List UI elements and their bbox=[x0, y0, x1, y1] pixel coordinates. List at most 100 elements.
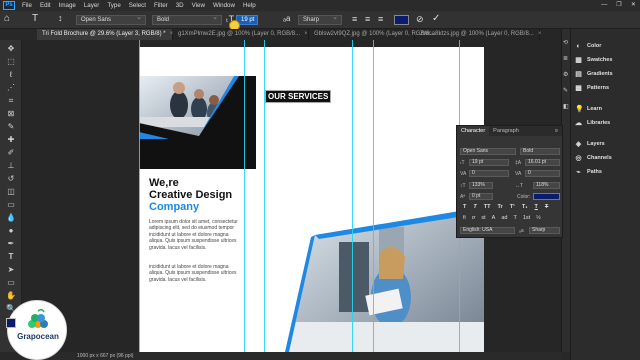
char-kerning[interactable]: 0 bbox=[469, 170, 509, 177]
properties-panel-icon[interactable]: ⚙ bbox=[563, 71, 568, 78]
swash-button[interactable]: A bbox=[492, 215, 496, 221]
ligatures-button[interactable]: fi bbox=[463, 215, 466, 221]
small-caps-button[interactable]: Tr bbox=[497, 204, 502, 210]
menu-select[interactable]: Select bbox=[129, 2, 146, 9]
char-font-style[interactable]: Bold bbox=[520, 148, 560, 155]
underline-button[interactable]: T bbox=[535, 204, 538, 210]
rectangle-tool-icon[interactable]: ▭ bbox=[5, 278, 17, 288]
commit-check-icon[interactable]: ✓ bbox=[432, 13, 440, 24]
move-tool-icon[interactable]: ✥ bbox=[5, 44, 17, 54]
fractions-button[interactable]: ½ bbox=[536, 215, 541, 221]
menu-edit[interactable]: Edit bbox=[40, 2, 51, 9]
char-vertical-scale[interactable]: 133% bbox=[469, 182, 493, 189]
panel-gradients[interactable]: ▤ Gradients bbox=[575, 69, 613, 79]
menu-layer[interactable]: Layer bbox=[84, 2, 99, 9]
brush-panel-icon[interactable]: ✎ bbox=[563, 87, 568, 94]
all-caps-button[interactable]: TT bbox=[484, 204, 491, 210]
char-tracking[interactable]: 0 bbox=[525, 170, 560, 177]
char-leading[interactable]: 16.01 pt bbox=[525, 159, 560, 166]
tab-paragraph[interactable]: Paragraph bbox=[489, 126, 523, 136]
char-font-size[interactable]: 19 pt bbox=[469, 159, 509, 166]
marquee-tool-icon[interactable]: ⬚ bbox=[5, 57, 17, 67]
ordinals-button[interactable]: 1st bbox=[523, 215, 530, 221]
panel-patterns[interactable]: ▩ Patterns bbox=[575, 83, 609, 93]
eraser-tool-icon[interactable]: ◫ bbox=[5, 187, 17, 197]
blur-tool-icon[interactable]: 💧 bbox=[5, 213, 17, 223]
clone-stamp-tool-icon[interactable]: ⊥ bbox=[5, 161, 17, 171]
pen-tool-icon[interactable]: ✒ bbox=[5, 239, 17, 249]
panel-channels[interactable]: ◎ Channels bbox=[575, 153, 611, 163]
lasso-tool-icon[interactable]: ℓ bbox=[5, 70, 17, 80]
brush-tool-icon[interactable]: ✐ bbox=[5, 148, 17, 158]
align-left-icon[interactable]: ≡ bbox=[352, 14, 357, 24]
cancel-icon[interactable]: ⊘ bbox=[416, 14, 424, 25]
dodge-tool-icon[interactable]: ● bbox=[5, 226, 17, 236]
history-brush-tool-icon[interactable]: ↺ bbox=[5, 174, 17, 184]
align-center-icon[interactable]: ≡ bbox=[365, 14, 370, 24]
font-style-select[interactable]: Bold bbox=[152, 14, 222, 25]
tab-image-2[interactable]: Gblsw2vl9QZ.jpg @ 100% (Layer 0, RGB/8..… bbox=[309, 29, 442, 40]
menu-window[interactable]: Window bbox=[213, 2, 235, 9]
char-horizontal-scale[interactable]: 118% bbox=[533, 182, 560, 189]
close-tab-icon[interactable]: × bbox=[538, 31, 542, 37]
tab-tri-fold-brochure[interactable]: Tri Fold Brochure @ 29.6% (Layer 3, RGB/… bbox=[37, 29, 173, 40]
adjustments-panel-icon[interactable]: ≣ bbox=[563, 55, 568, 62]
gradient-tool-icon[interactable]: ▭ bbox=[5, 200, 17, 210]
quick-select-tool-icon[interactable]: ⋰ bbox=[5, 83, 17, 93]
subscript-button[interactable]: T₁ bbox=[522, 204, 528, 210]
type-tool-icon[interactable]: T bbox=[5, 252, 17, 262]
hand-tool-icon[interactable]: ✋ bbox=[5, 291, 17, 301]
panel-swatches[interactable]: ▦ Swatches bbox=[575, 55, 612, 65]
titling-button[interactable]: T bbox=[513, 215, 516, 221]
eyedropper-tool-icon[interactable]: ✎ bbox=[5, 122, 17, 132]
path-select-tool-icon[interactable]: ➤ bbox=[5, 265, 17, 275]
orientation-toggle-icon[interactable]: ↕ bbox=[58, 13, 63, 23]
crop-tool-icon[interactable]: ⌗ bbox=[5, 96, 17, 106]
menu-3d[interactable]: 3D bbox=[176, 2, 184, 9]
superscript-button[interactable]: T¹ bbox=[510, 204, 515, 210]
brochure-document[interactable]: We,re Creative Design Company Lorem ipsu… bbox=[139, 47, 484, 352]
strikethrough-button[interactable]: T bbox=[545, 204, 548, 210]
close-tab-icon[interactable]: × bbox=[304, 31, 308, 37]
healing-brush-tool-icon[interactable]: ✚ bbox=[5, 135, 17, 145]
menu-image[interactable]: Image bbox=[59, 2, 76, 9]
foreground-color-swatch[interactable] bbox=[6, 318, 16, 328]
history-panel-icon[interactable]: ⟲ bbox=[563, 39, 568, 46]
char-antialias[interactable]: Sharp bbox=[529, 227, 560, 234]
menu-help[interactable]: Help bbox=[243, 2, 256, 9]
panel-libraries[interactable]: ☁ Libraries bbox=[575, 118, 610, 128]
stylistic-alternates-button[interactable]: ad bbox=[501, 215, 507, 221]
close-window-button[interactable]: ✕ bbox=[631, 1, 636, 8]
panel-color[interactable]: ◐ Color bbox=[575, 41, 601, 51]
faux-italic-button[interactable]: T bbox=[473, 204, 476, 210]
char-language[interactable]: English: USA bbox=[460, 227, 515, 234]
type-tool-icon[interactable]: T bbox=[32, 13, 38, 24]
panel-menu-icon[interactable]: ≡ bbox=[551, 126, 562, 136]
panel-layers[interactable]: ◈ Layers bbox=[575, 139, 605, 149]
tab-image-1[interactable]: g1XmPlmw2E.jpg @ 100% (Layer 0, RGB/8...… bbox=[173, 29, 309, 40]
tab-image-3[interactable]: Zmca8Ltzs.jpg @ 100% (Layer 0, RGB/8... × bbox=[415, 29, 542, 40]
char-font-family[interactable]: Open Sans bbox=[460, 148, 516, 155]
menu-type[interactable]: Type bbox=[107, 2, 120, 9]
char-baseline-shift[interactable]: 0 pt bbox=[469, 193, 493, 200]
minimize-button[interactable]: — bbox=[601, 1, 607, 8]
frame-tool-icon[interactable]: ⊠ bbox=[5, 109, 17, 119]
services-heading[interactable]: OUR SERVICES bbox=[264, 90, 332, 103]
restore-button[interactable]: ❐ bbox=[616, 1, 622, 8]
home-icon[interactable]: ⌂ bbox=[4, 13, 10, 24]
menu-view[interactable]: View bbox=[192, 2, 205, 9]
panel-paths[interactable]: ⌁ Paths bbox=[575, 167, 602, 177]
text-color-swatch[interactable] bbox=[394, 15, 409, 25]
font-family-select[interactable]: Open Sans bbox=[76, 14, 146, 25]
discretionary-ligatures-button[interactable]: st bbox=[481, 215, 485, 221]
alternates-button[interactable]: ơ bbox=[472, 215, 476, 221]
styles-panel-icon[interactable]: ◧ bbox=[563, 103, 569, 110]
panel-learn[interactable]: 💡 Learn bbox=[575, 104, 602, 114]
antialias-select[interactable]: Sharp bbox=[298, 14, 342, 25]
align-right-icon[interactable]: ≡ bbox=[378, 14, 383, 24]
menu-filter[interactable]: Filter bbox=[154, 2, 168, 9]
char-color-swatch[interactable] bbox=[533, 193, 560, 200]
tab-character[interactable]: Character bbox=[457, 126, 490, 136]
faux-bold-button[interactable]: T bbox=[463, 204, 466, 210]
menu-file[interactable]: File bbox=[22, 2, 32, 9]
